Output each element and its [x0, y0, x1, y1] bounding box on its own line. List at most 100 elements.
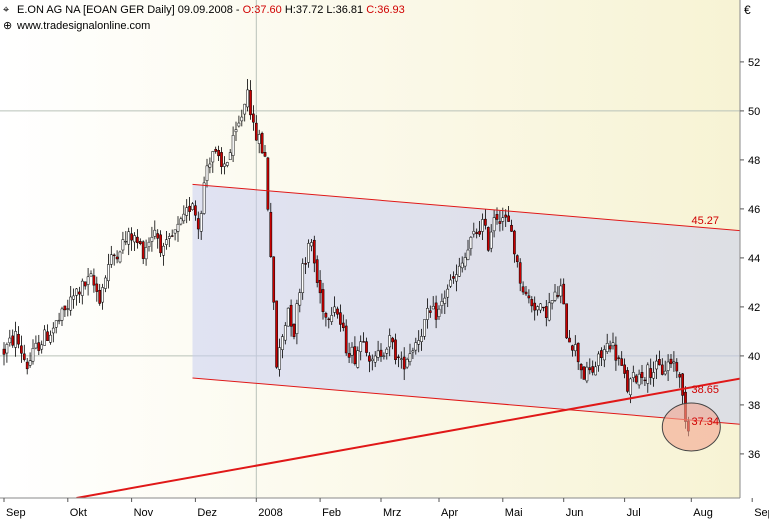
x-tick-label: Okt — [70, 507, 87, 519]
candle-body — [263, 152, 267, 157]
y-axis: 36 38 40 42 44 46 48 50 52 — [740, 57, 760, 461]
candle-body — [437, 308, 441, 317]
candle-body — [31, 348, 35, 362]
candle-body — [63, 305, 67, 311]
candle-body — [600, 350, 603, 359]
candle-body — [527, 295, 531, 299]
x-tick-label: Mai — [505, 507, 523, 519]
candle-body — [185, 207, 189, 216]
candle-body — [353, 346, 357, 365]
candle-body — [49, 334, 52, 343]
candle-body — [576, 342, 580, 363]
candle-body — [14, 331, 17, 348]
x-tick-label: Aug — [693, 507, 713, 519]
candle-body — [46, 331, 49, 342]
candle-body — [40, 344, 44, 350]
close-label: C: — [366, 4, 377, 16]
candle-body — [228, 152, 232, 161]
candle-body — [495, 214, 499, 220]
candle-body — [472, 231, 476, 235]
x-tick-label: Dez — [197, 507, 217, 519]
candle-body — [585, 366, 589, 382]
price-chart[interactable]: 45.27 38.65 37.34 36 38 40 42 44 46 48 50 52 Sep Ok… — [0, 0, 769, 520]
candle-body — [51, 327, 55, 334]
candle-body — [249, 90, 252, 116]
candle-body — [289, 304, 293, 327]
candle-body — [318, 280, 322, 294]
candle-body — [307, 243, 310, 263]
candle-body — [278, 347, 281, 370]
candle-body — [199, 213, 203, 232]
candle-body — [544, 306, 548, 318]
candle-body — [649, 368, 653, 378]
candle-body — [484, 218, 487, 226]
candle-body — [370, 358, 374, 361]
candle-body — [559, 285, 563, 297]
candle-body — [542, 306, 545, 309]
candle-body — [385, 348, 389, 354]
candle-body — [391, 337, 394, 343]
candle-body — [443, 297, 447, 304]
candle-body — [107, 264, 110, 282]
candle-body — [417, 340, 421, 345]
candle-body — [602, 349, 606, 361]
candle-body — [130, 233, 133, 241]
y-tick-label: 48 — [748, 155, 760, 167]
candle-body — [660, 364, 664, 375]
candle-body — [330, 315, 334, 322]
candle-body — [521, 286, 525, 293]
candle-body — [78, 291, 81, 295]
candle-body — [304, 263, 307, 265]
candle-body — [547, 302, 551, 321]
candle-body — [373, 355, 377, 363]
candle-body — [536, 306, 539, 311]
candle-body — [376, 350, 380, 358]
y-tick-label: 40 — [748, 351, 760, 363]
candle-body — [449, 279, 452, 287]
candle-body — [327, 318, 331, 320]
candle-body — [25, 361, 29, 370]
candle-body — [394, 339, 397, 360]
candle-body — [231, 135, 235, 156]
candle-body — [205, 165, 209, 181]
candle-body — [141, 241, 145, 259]
candle-body — [188, 205, 191, 212]
candle-body — [626, 370, 629, 392]
candle-body — [310, 242, 313, 247]
candle-body — [170, 235, 174, 237]
candle-body — [2, 348, 6, 355]
candle-body — [663, 370, 667, 375]
candle-body — [637, 373, 641, 386]
candle-body — [356, 350, 360, 368]
candle — [286, 307, 290, 327]
candle-body — [86, 276, 90, 285]
currency-label: € — [744, 3, 751, 17]
crosshair-icon[interactable]: ⌖ — [3, 4, 9, 16]
candle-body — [672, 361, 676, 364]
y-tick-label: 38 — [748, 400, 760, 412]
candle-body — [431, 306, 435, 310]
x-tick-label: Sep — [6, 507, 26, 519]
candle-body — [43, 329, 46, 346]
candle — [405, 357, 409, 369]
candle-body — [475, 232, 479, 234]
candle-body — [550, 300, 554, 304]
candle-body — [89, 273, 93, 277]
candle — [118, 250, 122, 264]
candle-body — [562, 283, 566, 305]
x-tick-label: Mrz — [383, 507, 401, 519]
candle-body — [153, 229, 157, 237]
x-tick-label: Jul — [627, 507, 641, 519]
channel-upper-value-label: 45.27 — [691, 215, 719, 227]
candle-body — [553, 291, 557, 301]
candle-body — [411, 350, 415, 353]
candle-body — [568, 337, 571, 343]
candle — [626, 367, 629, 394]
candle-body — [582, 366, 586, 380]
candle-body — [165, 239, 168, 245]
candle-body — [669, 358, 673, 365]
source-label: www.tradesignalonline.com — [16, 20, 150, 32]
candle-body — [211, 151, 215, 163]
candle-body — [614, 344, 618, 361]
candle-body — [194, 205, 197, 216]
